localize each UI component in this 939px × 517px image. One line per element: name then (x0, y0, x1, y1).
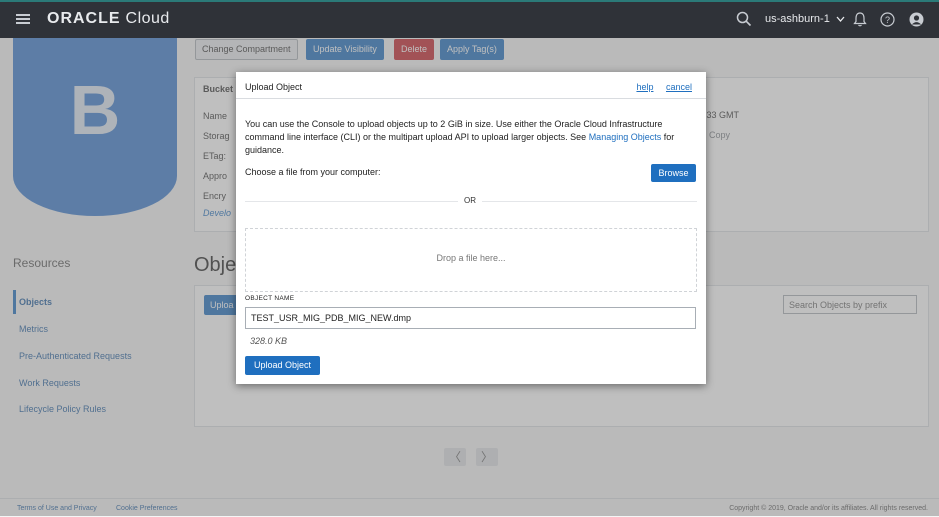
help-link[interactable]: help (636, 82, 653, 92)
browse-button[interactable]: Browse (651, 164, 696, 182)
dialog-divider (236, 98, 706, 99)
cancel-link[interactable]: cancel (666, 82, 692, 92)
dialog-links: help cancel (626, 82, 692, 92)
object-name-label: OBJECT NAME (245, 295, 295, 302)
upload-object-button[interactable]: Upload Object (245, 356, 320, 375)
search-icon[interactable] (736, 11, 752, 32)
region-selector[interactable]: us-ashburn-1 (765, 13, 845, 25)
or-label: OR (458, 196, 482, 205)
dialog-description: You can use the Console to upload object… (245, 118, 697, 157)
dropzone-label: Drop a file here... (436, 253, 506, 263)
brand-logo[interactable]: ORACLE Cloud (47, 10, 170, 28)
chevron-down-icon (836, 16, 845, 22)
svg-text:?: ? (885, 15, 890, 25)
bell-icon[interactable] (853, 12, 867, 32)
brand-sub: Cloud (125, 10, 170, 27)
menu-icon[interactable] (16, 14, 30, 24)
file-dropzone[interactable]: Drop a file here... (245, 228, 697, 292)
managing-objects-link[interactable]: Managing Objects (589, 132, 662, 142)
object-name-input[interactable] (245, 307, 696, 329)
user-icon[interactable] (909, 12, 924, 32)
brand-main: ORACLE (47, 10, 121, 27)
file-size: 328.0 KB (250, 336, 288, 346)
top-accent-line (0, 0, 939, 2)
help-icon[interactable]: ? (880, 12, 895, 32)
region-label: us-ashburn-1 (765, 13, 830, 25)
dialog-title: Upload Object (245, 82, 303, 92)
upload-object-dialog: Upload Object help cancel You can use th… (236, 72, 706, 384)
top-bar: ORACLE Cloud us-ashburn-1 ? (0, 0, 939, 38)
choose-file-label: Choose a file from your computer: (245, 167, 381, 177)
